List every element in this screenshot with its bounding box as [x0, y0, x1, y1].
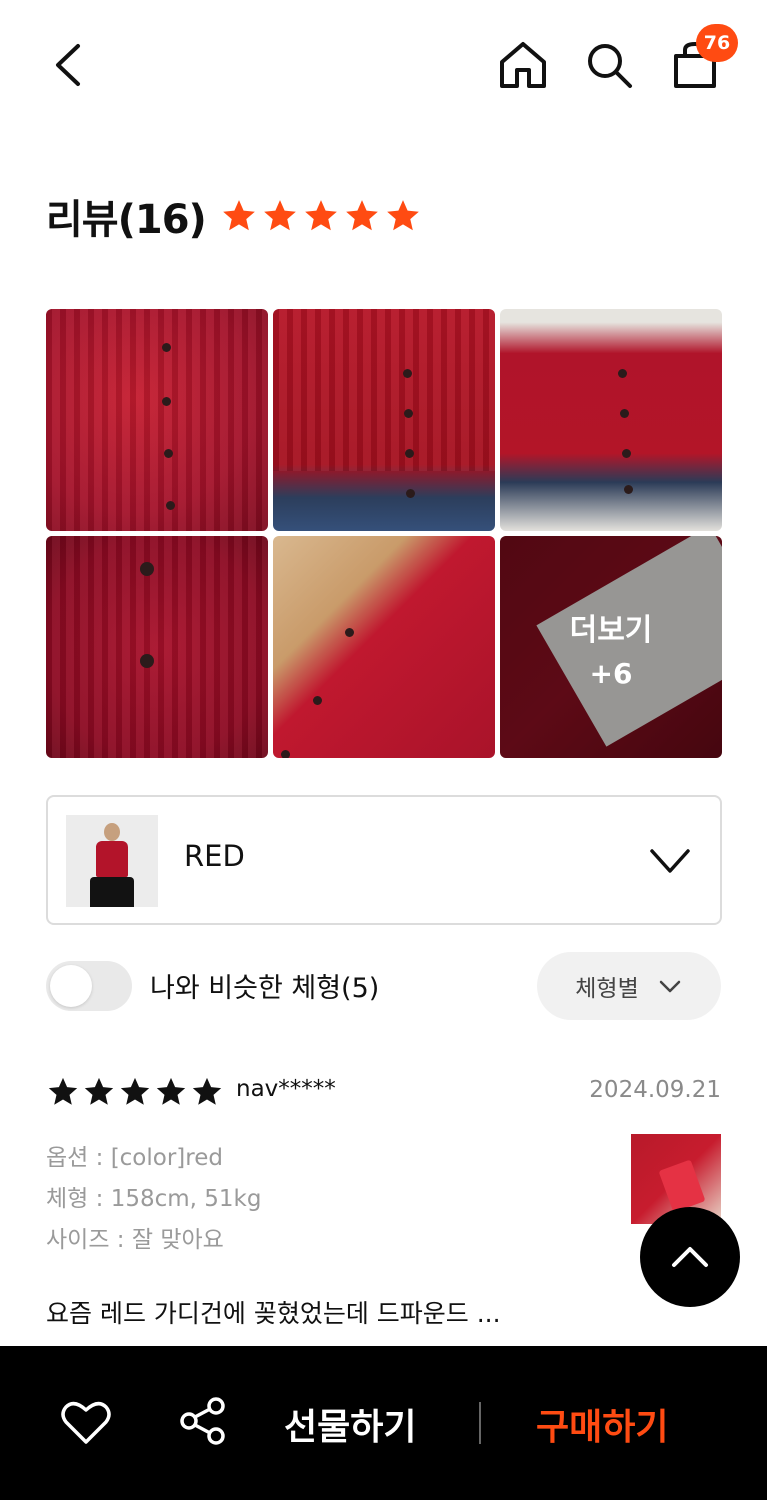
review-photo[interactable]	[46, 536, 268, 758]
review-body-type: 체형 : 158cm, 51kg	[46, 1186, 262, 1212]
share-icon[interactable]	[178, 1396, 228, 1446]
buy-button[interactable]: 구매하기	[536, 1398, 668, 1450]
star-icon	[48, 1077, 78, 1105]
similar-body-toggle[interactable]	[46, 961, 132, 1011]
top-nav: 76	[0, 0, 767, 130]
more-photos-label: 더보기	[569, 612, 653, 648]
similar-body-label: 나와 비슷한 체형(5)	[150, 973, 380, 1004]
review-photo[interactable]	[273, 536, 495, 758]
review-photo[interactable]	[500, 309, 722, 531]
star-icon	[156, 1077, 186, 1105]
chevron-down-icon	[650, 849, 690, 873]
heart-icon[interactable]	[60, 1398, 112, 1446]
star-icon	[192, 1077, 222, 1105]
option-label: RED	[184, 839, 245, 873]
body-type-filter-button[interactable]: 체형별	[537, 952, 721, 1020]
star-icon	[222, 200, 255, 231]
gift-button[interactable]: 선물하기	[284, 1398, 416, 1450]
scroll-to-top-button[interactable]	[640, 1207, 740, 1307]
reviews-header: 리뷰(16)	[46, 188, 422, 244]
chevron-left-icon[interactable]	[46, 38, 94, 92]
star-icon	[120, 1077, 150, 1105]
review-photo[interactable]	[46, 309, 268, 531]
star-icon	[263, 200, 296, 231]
star-icon	[304, 200, 337, 231]
star-icon	[345, 200, 378, 231]
review-date: 2024.09.21	[589, 1077, 721, 1103]
more-photos-overlay[interactable]: 더보기 +6	[500, 536, 722, 758]
body-type-filter-label: 체형별	[575, 976, 639, 1002]
option-select[interactable]: RED	[46, 795, 722, 925]
home-icon[interactable]	[496, 38, 550, 92]
star-icon	[84, 1077, 114, 1105]
bottom-action-bar: 선물하기 구매하기	[0, 1346, 767, 1500]
divider	[479, 1402, 481, 1444]
review-username: nav*****	[236, 1076, 336, 1102]
review-photo-more[interactable]: 더보기 +6	[500, 536, 722, 758]
more-photos-count: +6	[589, 656, 633, 690]
star-icon	[386, 200, 419, 231]
cart-count-badge: 76	[696, 24, 738, 62]
toggle-knob	[50, 965, 92, 1007]
review-photo[interactable]	[273, 309, 495, 531]
search-icon[interactable]	[582, 38, 636, 92]
rating-stars	[220, 197, 422, 235]
review-size: 사이즈 : 잘 맞아요	[46, 1227, 224, 1253]
option-thumbnail	[66, 815, 158, 907]
reviews-title: 리뷰(16)	[46, 197, 207, 243]
review-stars	[46, 1075, 224, 1109]
review-option: 옵션 : [color]red	[46, 1145, 223, 1171]
review-text[interactable]: 요즘 레드 가디건에 꽂혔었는데 드파운드 ...	[46, 1294, 606, 1330]
review-photo-grid: 더보기 +6	[46, 309, 722, 758]
chevron-down-icon	[659, 980, 680, 993]
chevron-up-icon	[672, 1247, 708, 1267]
